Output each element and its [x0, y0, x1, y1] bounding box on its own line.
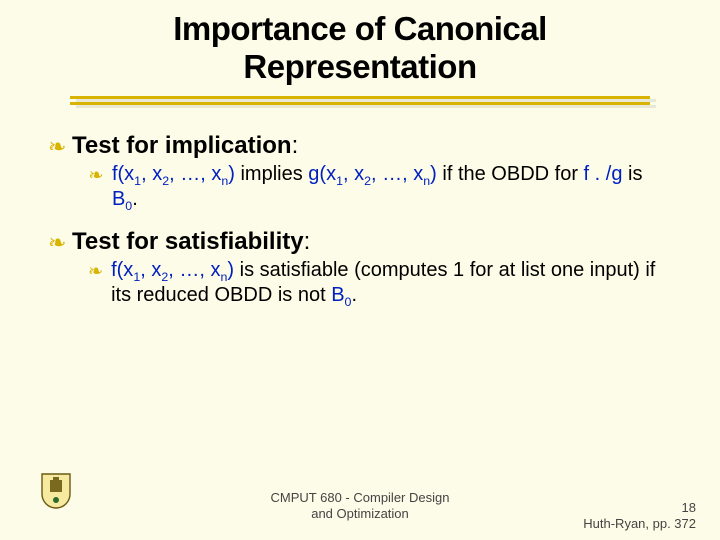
sub-bullet-text: f(x1, x2, …, xn) is satisfiable (compute…	[111, 258, 672, 308]
footer-right: 18 Huth-Ryan, pp. 372	[583, 500, 696, 533]
footer-reference: Huth-Ryan, pp. 372	[583, 516, 696, 531]
heading-colon: :	[304, 228, 311, 255]
heading-text: Test for satisfiability	[72, 228, 304, 255]
bullet-item: ❧ Test for implication: ❧ f(x1, x2, …, x…	[48, 132, 672, 212]
heading-text: Test for implication	[72, 132, 292, 159]
bullet-icon: ❧	[48, 132, 66, 160]
title-line-1: Importance of Canonical	[173, 10, 547, 47]
bullet-icon: ❧	[48, 228, 66, 256]
sub-bullet-icon: ❧	[88, 258, 103, 283]
heading-colon: :	[292, 132, 299, 159]
bullet-heading: ❧ Test for satisfiability:	[48, 228, 672, 256]
sub-bullet-text: f(x1, x2, …, xn) implies g(x1, x2, …, xn…	[112, 162, 672, 212]
sub-bullet: ❧ f(x1, x2, …, xn) implies g(x1, x2, …, …	[88, 162, 672, 212]
bullet-heading: ❧ Test for implication:	[48, 132, 672, 160]
page-number: 18	[682, 500, 696, 515]
sub-bullet: ❧ f(x1, x2, …, xn) is satisfiable (compu…	[88, 258, 672, 308]
content-area: ❧ Test for implication: ❧ f(x1, x2, …, x…	[0, 106, 720, 308]
footer-line-2: and Optimization	[311, 506, 409, 521]
slide-title: Importance of Canonical Representation	[0, 0, 720, 86]
title-underline	[70, 96, 650, 106]
sub-bullet-icon: ❧	[88, 162, 104, 187]
bullet-item: ❧ Test for satisfiability: ❧ f(x1, x2, ……	[48, 228, 672, 308]
title-line-2: Representation	[243, 48, 476, 85]
footer-line-1: CMPUT 680 - Compiler Design	[271, 490, 450, 505]
